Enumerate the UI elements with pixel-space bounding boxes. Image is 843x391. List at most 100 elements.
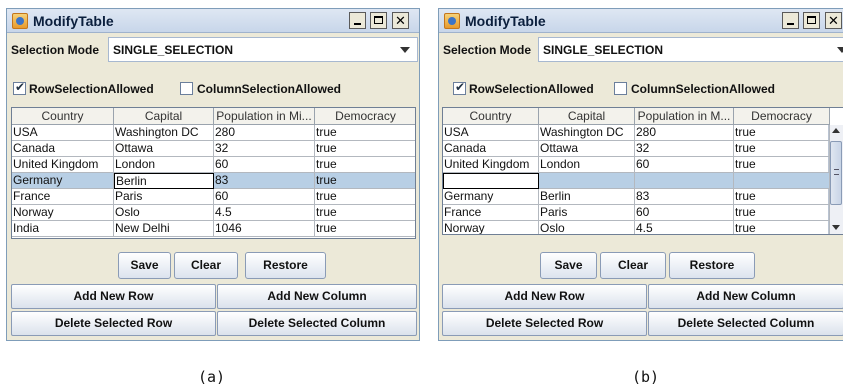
scroll-up-icon[interactable] [831,127,841,135]
table-cell[interactable]: 83 [214,173,315,189]
table-row[interactable]: Canada Ottawa 32 true [12,141,415,157]
table-cell[interactable]: 4.5 [635,221,734,234]
table-cell[interactable] [539,173,635,189]
table-cell[interactable]: Norway [443,221,539,234]
table-cell[interactable]: true [315,189,415,205]
table-cell[interactable]: 83 [635,189,734,205]
column-header[interactable]: Country [12,108,114,124]
column-selection-checkbox[interactable] [614,82,627,95]
close-button[interactable]: ✕ [392,12,409,29]
column-header[interactable]: Capital [539,108,635,124]
table-cell[interactable]: true [734,205,830,221]
table-cell[interactable]: Canada [12,141,114,157]
table-cell[interactable]: true [315,141,415,157]
table-cell[interactable]: true [734,125,830,141]
minimize-button[interactable] [349,12,366,29]
table-row[interactable]: Norway Oslo 4.5 true [443,221,830,234]
table-cell[interactable]: true [315,157,415,173]
table-row[interactable]: Germany Berlin 83 true [12,173,415,189]
add-new-row-button[interactable]: Add New Row [442,284,647,309]
table-cell[interactable]: true [315,125,415,141]
row-selection-checkbox[interactable] [13,80,26,95]
table-row[interactable]: USA Washington DC 280 true [12,125,415,141]
table-cell[interactable]: United Kingdom [12,157,114,173]
table-cell[interactable]: USA [443,125,539,141]
save-button[interactable]: Save [118,252,171,279]
table-cell[interactable]: London [114,157,214,173]
scroll-thumb[interactable] [830,141,842,205]
scroll-down-icon[interactable] [831,224,841,232]
table-row[interactable]: France Paris 60 true [443,205,830,221]
table-cell[interactable]: true [734,189,830,205]
restore-button[interactable]: Restore [669,252,755,279]
minimize-button[interactable] [782,12,799,29]
column-header[interactable]: Population in Mi... [214,108,315,124]
table-cell[interactable]: Canada [443,141,539,157]
table-row[interactable]: United Kingdom London 60 true [12,157,415,173]
table-cell[interactable]: Berlin [539,189,635,205]
row-selection-checkbox[interactable] [453,80,466,95]
maximize-button[interactable] [803,12,820,29]
table-cell[interactable]: 60 [635,157,734,173]
table-row[interactable]: USA Washington DC 280 true [443,125,830,141]
row-selection-label[interactable]: RowSelectionAllowed [29,82,154,96]
delete-selected-column-button[interactable]: Delete Selected Column [648,311,843,336]
table-cell[interactable]: Oslo [114,205,214,221]
maximize-button[interactable] [370,12,387,29]
table-cell[interactable]: London [539,157,635,173]
column-header[interactable]: Population in M... [635,108,734,124]
table-cell[interactable]: Germany [443,189,539,205]
editing-cell[interactable] [443,173,539,189]
table-cell[interactable]: true [315,221,415,237]
table-cell[interactable]: 32 [635,141,734,157]
table-cell[interactable]: Paris [114,189,214,205]
clear-button[interactable]: Clear [174,252,238,279]
table-cell[interactable]: 60 [214,157,315,173]
column-header[interactable]: Democracy [315,108,415,124]
close-button[interactable]: ✕ [825,12,842,29]
table-cell[interactable]: true [315,205,415,221]
title-bar[interactable]: ModifyTable ✕ [439,9,843,33]
table-cell[interactable]: 60 [635,205,734,221]
table-cell[interactable]: USA [12,125,114,141]
delete-selected-row-button[interactable]: Delete Selected Row [11,311,216,336]
column-header[interactable]: Capital [114,108,214,124]
table-cell[interactable]: Norway [12,205,114,221]
country-table[interactable]: Country Capital Population in M... Democrac… [442,107,843,235]
column-selection-label[interactable]: ColumnSelectionAllowed [631,82,775,96]
column-selection-label[interactable]: ColumnSelectionAllowed [197,82,341,96]
delete-selected-row-button[interactable]: Delete Selected Row [442,311,647,336]
table-cell[interactable]: true [734,141,830,157]
chevron-down-icon[interactable] [396,40,414,59]
country-table[interactable]: Country Capital Population in Mi... Democra… [11,107,416,239]
table-cell[interactable]: Paris [539,205,635,221]
editing-cell[interactable]: Berlin [114,173,214,189]
table-cell[interactable]: Ottawa [539,141,635,157]
table-cell[interactable]: Ottawa [114,141,214,157]
table-row[interactable]: Norway Oslo 4.5 true [12,205,415,221]
table-cell[interactable]: France [443,205,539,221]
table-row[interactable]: United Kingdom London 60 true [443,157,830,173]
add-new-column-button[interactable]: Add New Column [217,284,417,309]
restore-button[interactable]: Restore [245,252,326,279]
table-cell[interactable]: Washington DC [539,125,635,141]
vertical-scrollbar[interactable] [828,125,843,234]
table-cell[interactable]: true [315,173,415,189]
chevron-down-icon[interactable] [833,40,843,59]
selection-mode-combo[interactable]: SINGLE_SELECTION [108,37,418,62]
column-header[interactable]: Country [443,108,539,124]
column-header[interactable]: Democracy [734,108,830,124]
table-cell[interactable]: Oslo [539,221,635,234]
table-cell[interactable]: 280 [214,125,315,141]
table-row[interactable]: Canada Ottawa 32 true [443,141,830,157]
table-cell[interactable]: 60 [214,189,315,205]
clear-button[interactable]: Clear [600,252,666,279]
table-cell[interactable]: Germany [12,173,114,189]
table-cell[interactable]: 280 [635,125,734,141]
column-selection-checkbox[interactable] [180,82,193,95]
table-cell[interactable] [635,173,734,189]
save-button[interactable]: Save [540,252,597,279]
table-cell[interactable]: India [12,221,114,237]
title-bar[interactable]: ModifyTable ✕ [7,9,419,33]
table-cell[interactable]: 1046 [214,221,315,237]
